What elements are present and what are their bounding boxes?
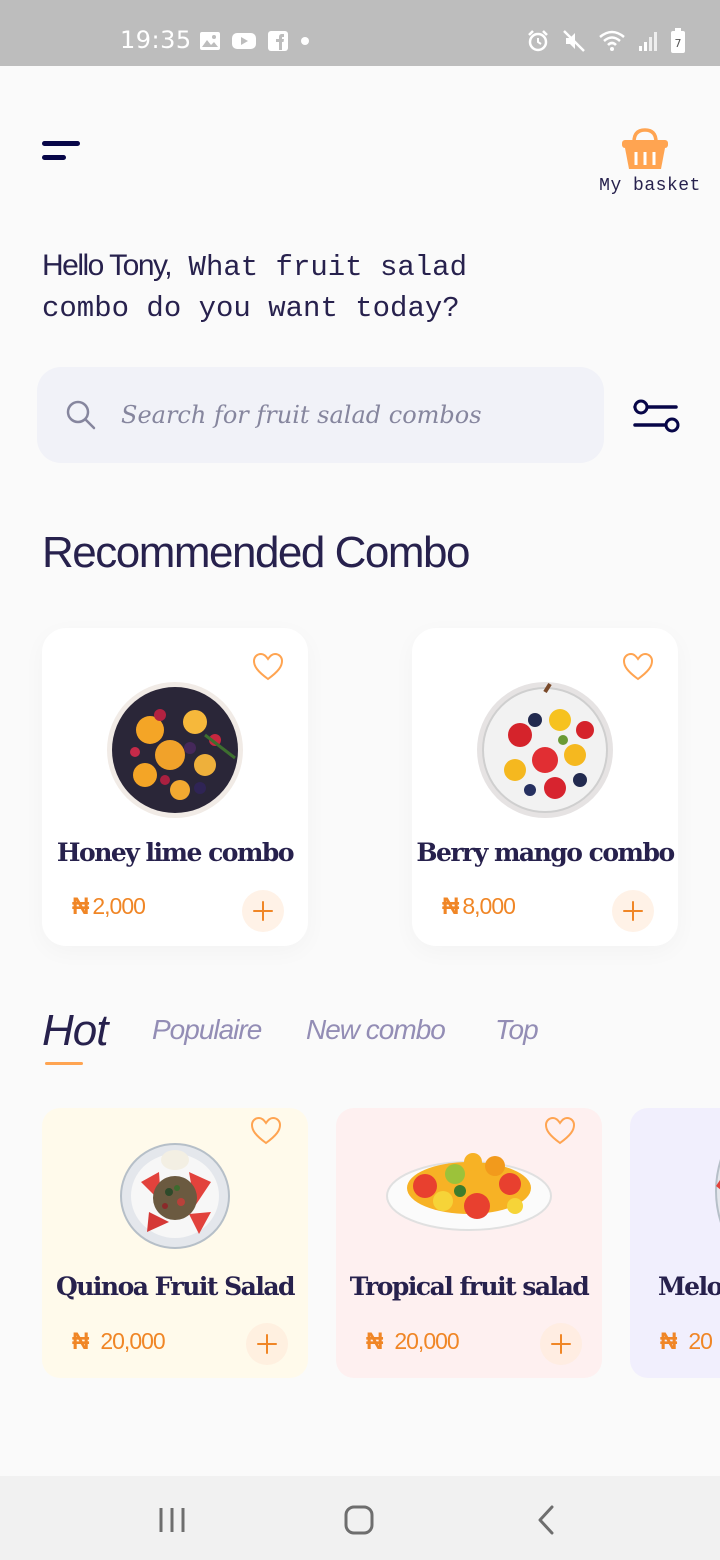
naira-symbol: ₦ [442, 893, 459, 920]
product-price: ₦ 8,000 [442, 893, 516, 921]
add-to-basket-button[interactable] [612, 890, 654, 932]
home-icon [344, 1505, 374, 1535]
search-bar [37, 367, 604, 463]
active-tab-indicator [45, 1062, 83, 1065]
product-price: ₦ 20 [660, 1328, 713, 1356]
add-to-basket-button[interactable] [246, 1323, 288, 1365]
add-to-basket-button[interactable] [540, 1323, 582, 1365]
product-name: Honey lime combo [56, 838, 295, 867]
alarm-icon [528, 30, 548, 52]
hot-card-melon[interactable]: Melo ₦ 20 [630, 1108, 720, 1378]
tab-hot[interactable]: Hot [42, 1006, 108, 1056]
menu-button[interactable] [40, 138, 84, 166]
gallery-icon [200, 32, 220, 50]
heart-icon[interactable] [622, 652, 654, 682]
product-price: ₦ 2,000 [72, 893, 146, 921]
category-tabs: Hot Populaire New combo Top [42, 1006, 720, 1076]
recommended-card-honey-lime[interactable]: Honey lime combo ₦ 2,000 [42, 628, 308, 946]
hot-card-quinoa[interactable]: Quinoa Fruit Salad ₦ 20,000 [42, 1108, 308, 1378]
back-icon [538, 1505, 554, 1535]
berry-mango-combo-image [477, 682, 613, 818]
product-name: Quinoa Fruit Salad [55, 1272, 296, 1301]
mute-icon [563, 30, 585, 52]
honey-lime-combo-image [107, 682, 243, 818]
dot-icon [301, 37, 309, 45]
youtube-icon [232, 33, 256, 49]
status-time: 19:35 [120, 26, 192, 54]
system-nav-bar [0, 1476, 720, 1560]
recommended-title: Recommended Combo [42, 528, 470, 577]
quinoa-fruit-salad-image [120, 1143, 230, 1249]
recommended-card-berry-mango[interactable]: Berry mango combo ₦ 8,000 [412, 628, 678, 946]
heart-icon[interactable] [250, 1116, 282, 1146]
status-right-icons: 7 [526, 28, 686, 54]
naira-symbol: ₦ [660, 1328, 677, 1355]
search-input[interactable] [121, 389, 581, 441]
tab-top[interactable]: Top [495, 1014, 539, 1046]
my-basket-button[interactable]: My basket [590, 126, 710, 202]
recents-button[interactable] [148, 1500, 196, 1540]
hot-card-tropical[interactable]: Tropical fruit salad ₦ 20,000 [336, 1108, 602, 1378]
price-value: 2,000 [92, 893, 146, 919]
melon-salad-image [715, 1159, 720, 1223]
naira-symbol: ₦ [72, 893, 89, 920]
product-price: ₦ 20,000 [366, 1328, 460, 1356]
recents-icon [159, 1508, 185, 1532]
price-value: 20,000 [394, 1328, 459, 1354]
filter-button[interactable] [632, 398, 682, 434]
filter-icon [633, 399, 680, 433]
basket-label: My basket [599, 176, 701, 196]
tab-populaire[interactable]: Populaire [152, 1014, 262, 1046]
battery-icon: 7 [671, 28, 685, 53]
add-to-basket-button[interactable] [242, 890, 284, 932]
product-name: Melo [658, 1272, 720, 1301]
price-value: 8,000 [462, 893, 516, 919]
basket-icon [622, 128, 668, 169]
naira-symbol: ₦ [366, 1328, 383, 1355]
price-value: 20,000 [100, 1328, 165, 1354]
greeting-text: Hello Tony, What fruit salad combo do yo… [42, 245, 522, 329]
tropical-fruit-salad-image [386, 1153, 552, 1231]
naira-symbol: ₦ [72, 1328, 89, 1355]
facebook-icon [268, 31, 288, 51]
back-button[interactable] [522, 1500, 570, 1540]
home-button[interactable] [335, 1500, 383, 1540]
product-price: ₦ 20,000 [72, 1328, 166, 1356]
product-name: Berry mango combo [416, 838, 675, 867]
price-value: 20 [688, 1328, 713, 1354]
heart-icon[interactable] [252, 652, 284, 682]
signal-icon [639, 32, 657, 51]
tab-new-combo[interactable]: New combo [306, 1014, 446, 1046]
status-bar: 19:35 7 [0, 0, 720, 66]
greeting-hello: Hello Tony, [42, 249, 173, 282]
product-name: Tropical fruit salad [349, 1272, 590, 1301]
svg-text:7: 7 [675, 37, 682, 50]
heart-icon[interactable] [544, 1116, 576, 1146]
search-icon [66, 400, 96, 430]
wifi-icon [599, 30, 625, 51]
status-left-icons [199, 30, 311, 52]
